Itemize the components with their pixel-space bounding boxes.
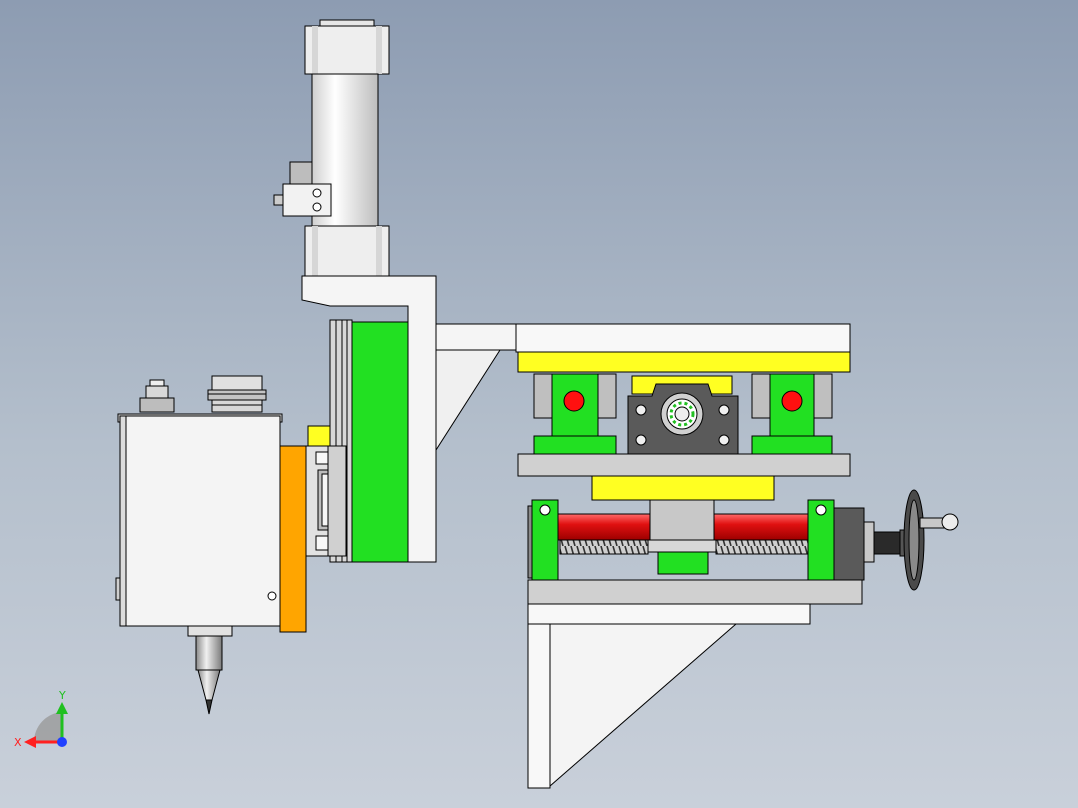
orange-adapter-plate <box>279 445 307 633</box>
handwheel-icon[interactable] <box>873 489 959 591</box>
base-plate <box>527 579 863 625</box>
assembly-drawing: Y X <box>14 19 959 789</box>
slide-carriage <box>305 425 347 557</box>
middle-plate <box>517 453 851 477</box>
connector-fittings <box>139 375 267 413</box>
bearing-block <box>627 375 739 455</box>
bearing-icon <box>660 392 704 436</box>
vertical-cylinder <box>304 19 390 277</box>
support-gusset <box>527 623 738 789</box>
marking-nozzle <box>187 625 233 715</box>
cad-viewport[interactable]: Y X <box>0 0 1078 808</box>
marking-head-box <box>115 413 283 627</box>
triad-y-label: Y <box>58 689 66 702</box>
triad-x-label: X <box>14 736 22 749</box>
coordinate-triad-icon <box>24 702 68 748</box>
horizontal-arm-with-gusset <box>435 323 519 452</box>
upper-table-plate <box>515 323 851 373</box>
